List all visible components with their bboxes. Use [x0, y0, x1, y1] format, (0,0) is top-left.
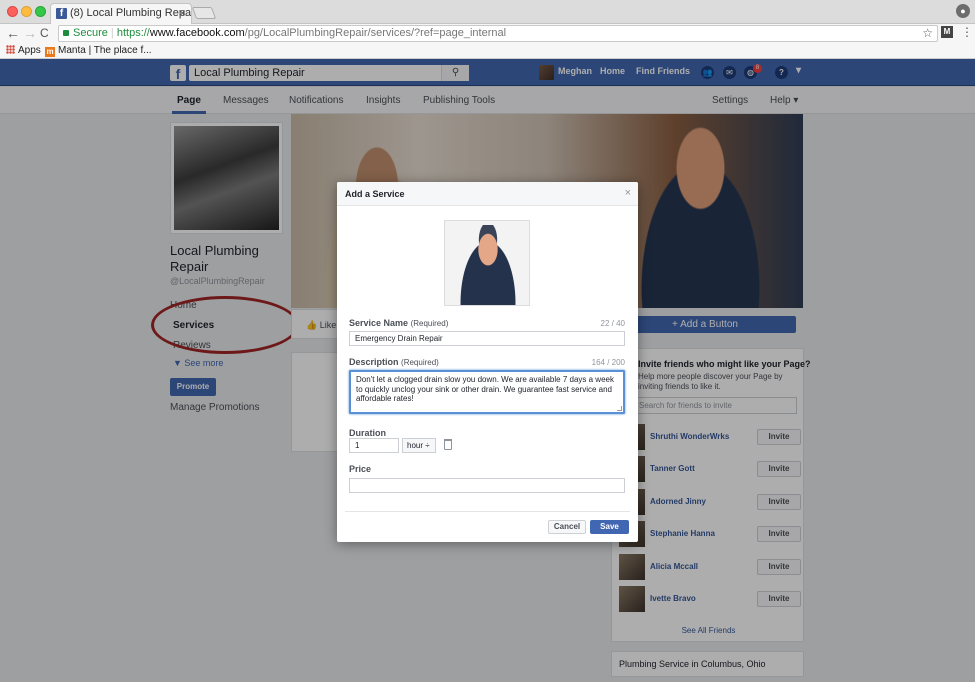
duration-unit-select[interactable]: hour ÷	[402, 438, 436, 453]
description-char-count: 164 / 200	[591, 358, 625, 367]
price-label: Price	[349, 464, 372, 474]
bookmark-label: Manta | The place f...	[58, 45, 152, 56]
browser-tab-bar: f (8) Local Plumbing Repair - Se × ●	[0, 0, 975, 24]
new-tab-button[interactable]	[191, 7, 217, 19]
reload-icon[interactable]: C	[40, 25, 49, 41]
apps-grid-icon	[6, 45, 15, 54]
browser-menu-icon[interactable]: ⋮	[961, 25, 973, 39]
browser-tab[interactable]: f (8) Local Plumbing Repair - Se ×	[50, 3, 192, 24]
address-bar-row: ← → C Secure | https://www.facebook.com/…	[0, 24, 975, 43]
extension-m-icon[interactable]: M	[941, 26, 953, 38]
tab-close-icon[interactable]: ×	[179, 4, 186, 23]
tab-title: (8) Local Plumbing Repair - Se	[70, 7, 192, 19]
minimize-window-button[interactable]	[21, 6, 32, 17]
add-service-dialog: Add a Service × Service Name (Required) …	[337, 182, 638, 542]
price-input[interactable]	[349, 478, 625, 493]
description-textarea[interactable]: Don't let a clogged drain slow you down.…	[349, 370, 625, 414]
close-window-button[interactable]	[7, 6, 18, 17]
description-label: Description (Required)	[349, 357, 439, 367]
facebook-favicon-icon: f	[56, 8, 67, 19]
forward-arrow-icon[interactable]: →	[23, 25, 37, 41]
url-path: /pg/LocalPlumbingRepair/services/?ref=pa…	[244, 27, 507, 39]
description-text: Don't let a clogged drain slow you down.…	[356, 375, 614, 403]
close-icon[interactable]: ×	[625, 187, 631, 199]
bookmark-manta[interactable]: m Manta | The place f...	[45, 44, 152, 58]
lock-icon	[63, 30, 69, 36]
service-photo[interactable]	[444, 220, 530, 306]
cancel-button[interactable]: Cancel	[548, 520, 586, 534]
manta-icon: m	[45, 47, 55, 57]
service-name-label: Service Name (Required)	[349, 318, 449, 328]
service-name-input[interactable]: Emergency Drain Repair	[349, 331, 625, 346]
secure-label: Secure	[73, 27, 108, 39]
url-scheme: https://	[116, 27, 150, 39]
url-field[interactable]: Secure | https://www.facebook.com/pg/Loc…	[58, 25, 938, 42]
url-host: www.facebook.com	[149, 27, 245, 39]
account-icon[interactable]: ●	[956, 4, 970, 18]
save-button[interactable]: Save	[590, 520, 629, 534]
duration-label: Duration	[349, 428, 386, 438]
zoom-window-button[interactable]	[35, 6, 46, 17]
bookmark-star-icon[interactable]: ☆	[922, 26, 933, 41]
bookmark-apps[interactable]: Apps	[6, 44, 41, 58]
back-arrow-icon[interactable]: ←	[6, 25, 20, 41]
bookmark-label: Apps	[18, 45, 41, 56]
duration-input[interactable]: 1	[349, 438, 399, 453]
dialog-footer-divider	[345, 511, 630, 512]
trash-icon[interactable]	[444, 439, 452, 450]
service-photo-person	[453, 225, 523, 305]
bookmarks-bar: Apps m Manta | The place f...	[0, 43, 975, 59]
dialog-header: Add a Service ×	[337, 182, 638, 206]
service-name-char-count: 22 / 40	[600, 319, 625, 328]
dialog-title: Add a Service	[345, 189, 405, 199]
resize-handle-icon[interactable]	[617, 406, 622, 411]
